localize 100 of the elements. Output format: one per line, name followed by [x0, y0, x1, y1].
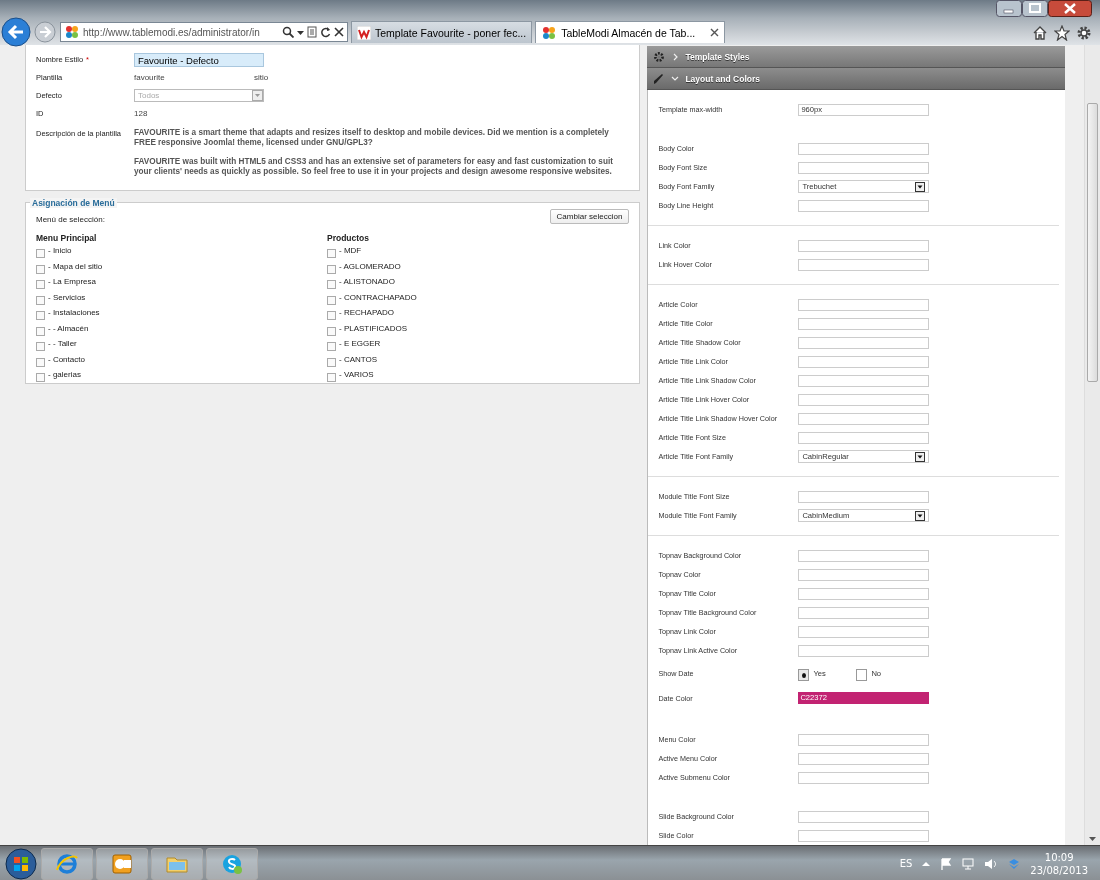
text-input[interactable]	[798, 393, 930, 406]
flag-icon[interactable]	[940, 857, 953, 870]
dropdown-icon	[915, 181, 926, 192]
maximize-button[interactable]	[1022, 0, 1048, 17]
menu-item-label: - Inicio	[48, 246, 72, 255]
menu-item-label: - - Taller	[48, 339, 77, 348]
checkbox[interactable]	[36, 342, 45, 351]
checkbox[interactable]	[327, 342, 336, 351]
field-value: favourite	[134, 72, 166, 82]
close-tab-icon[interactable]	[710, 28, 720, 37]
text-input[interactable]	[798, 771, 930, 784]
checkbox[interactable]	[327, 280, 336, 289]
menu-item-label: - Servicios	[48, 292, 86, 302]
text-input[interactable]	[798, 810, 930, 823]
text-input[interactable]	[798, 549, 930, 562]
text-input[interactable]	[798, 258, 930, 271]
change-selection-button[interactable]: Cambiar seleccion	[549, 209, 630, 224]
checkbox[interactable]	[36, 373, 45, 382]
text-input[interactable]	[798, 374, 930, 387]
description-paragraph: FAVOURITE is a smart theme that adapts and resizes itself to desktop and mobile devices. Did we mention is a completely FREE responsive Joomla! theme, licensed under GNU/GPL3?	[134, 128, 610, 147]
checkbox[interactable]	[36, 295, 45, 305]
style-name-input[interactable]: Favourite - Defecto	[134, 53, 264, 67]
checkbox[interactable]	[327, 357, 336, 367]
menu-title: Menu Principal	[36, 233, 98, 243]
taskbar-button[interactable]	[206, 847, 258, 880]
refresh-icon[interactable]	[320, 26, 331, 38]
text-input[interactable]	[798, 606, 930, 619]
text-input[interactable]	[798, 431, 930, 444]
text-input[interactable]	[798, 587, 930, 600]
star-icon[interactable]	[1054, 25, 1070, 41]
network-icon[interactable]	[962, 857, 975, 870]
checkbox[interactable]	[327, 264, 336, 274]
compatibility-icon[interactable]	[307, 26, 317, 38]
checkbox[interactable]	[36, 264, 45, 274]
text-input[interactable]	[798, 644, 930, 657]
menu-item-label: - Instalaciones	[48, 308, 100, 317]
home-icon[interactable]	[1032, 25, 1048, 41]
radio-button[interactable]	[856, 669, 868, 681]
taskbar-button[interactable]	[151, 847, 203, 880]
accordion-header[interactable]: Layout and Colors	[647, 68, 1065, 90]
scrollbar-thumb[interactable]	[1087, 103, 1098, 382]
text-input[interactable]	[798, 199, 930, 212]
text-input[interactable]	[798, 568, 930, 581]
back-button[interactable]	[1, 17, 31, 47]
field-value: 128	[134, 108, 149, 118]
volume-icon[interactable]	[984, 857, 999, 870]
mail-app-icon	[110, 851, 134, 876]
box-icon[interactable]	[1008, 857, 1021, 870]
checkbox[interactable]	[327, 249, 336, 258]
text-input[interactable]	[798, 239, 930, 252]
text-input[interactable]	[798, 355, 930, 368]
address-bar[interactable]: http://www.tablemodi.es/administrator/in	[60, 22, 348, 42]
taskbar-button[interactable]	[96, 847, 148, 880]
browser-icon	[55, 851, 79, 876]
text-input[interactable]	[798, 161, 930, 174]
menu-item-label: - Contacto	[48, 354, 85, 364]
site-favicon	[64, 24, 80, 40]
settings-icon[interactable]	[1076, 25, 1092, 41]
text-input[interactable]	[798, 412, 930, 425]
brush-icon	[653, 72, 666, 85]
dropdown-icon	[915, 451, 926, 462]
accordion-header[interactable]: Template Styles	[647, 46, 1065, 68]
menu-item-label: - - Almacén	[48, 323, 89, 333]
radio-button[interactable]	[798, 669, 810, 681]
checkbox[interactable]	[36, 357, 45, 367]
text-input[interactable]	[798, 336, 930, 349]
text-input[interactable]	[798, 625, 930, 638]
chevron-icon	[671, 74, 680, 83]
start-button[interactable]	[4, 847, 38, 880]
section-legend: Asignación de Menú	[30, 198, 117, 208]
text-input[interactable]	[798, 829, 930, 842]
minimize-button[interactable]	[996, 0, 1022, 17]
menu-item-label: - Mapa del sitio	[48, 261, 103, 271]
menu-item-label: - AGLOMERADO	[339, 261, 401, 271]
tab-favicon	[541, 24, 558, 41]
dropdown-icon	[252, 90, 263, 101]
checkbox[interactable]	[327, 326, 336, 336]
close-button[interactable]	[1048, 0, 1092, 17]
forward-button[interactable]	[34, 21, 56, 43]
browser-tab[interactable]: TableModi Almacén de Tab...	[535, 21, 726, 43]
stop-icon[interactable]	[334, 27, 344, 37]
field-value: sitio	[254, 72, 270, 82]
checkbox[interactable]	[36, 311, 45, 320]
checkbox[interactable]	[327, 311, 336, 320]
text-input[interactable]	[798, 142, 930, 155]
checkbox[interactable]	[327, 373, 336, 382]
checkbox[interactable]	[327, 295, 336, 305]
text-input[interactable]	[798, 752, 930, 765]
search-icon[interactable]	[282, 26, 294, 38]
menu-item-label: - PLASTIFICADOS	[339, 323, 407, 333]
text-input[interactable]	[798, 298, 930, 311]
show-hidden-icon[interactable]	[922, 859, 931, 868]
text-input[interactable]	[798, 317, 930, 330]
checkbox[interactable]	[36, 249, 45, 258]
text-input[interactable]	[798, 733, 930, 746]
checkbox[interactable]	[36, 280, 45, 289]
text-input[interactable]	[798, 490, 930, 503]
browser-tab[interactable]: Template Favourite - poner fec...	[351, 21, 533, 43]
menu-item-label: - La Empresa	[48, 277, 97, 286]
checkbox[interactable]	[36, 326, 45, 336]
